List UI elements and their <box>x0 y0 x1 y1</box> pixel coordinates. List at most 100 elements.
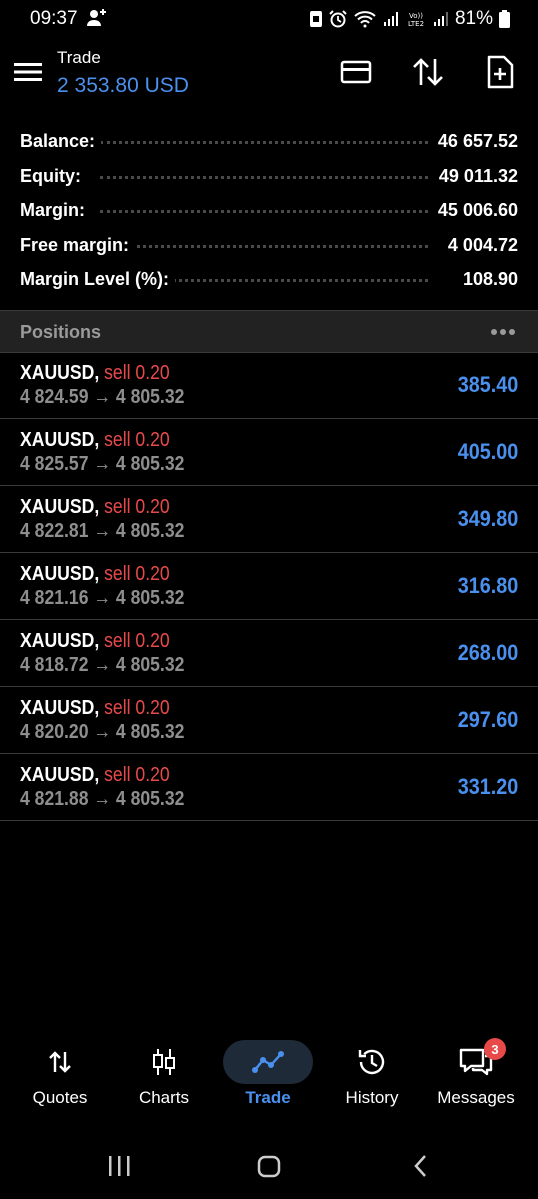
position-profit: 349.80 <box>457 506 518 531</box>
wifi-icon <box>353 10 377 28</box>
new-order-button[interactable] <box>480 54 520 94</box>
nav-trade[interactable]: Trade <box>218 1030 318 1120</box>
status-icons: Vo)) LTE2 81% <box>309 8 510 30</box>
nav-label: History <box>345 1088 399 1107</box>
summary-row-margin: Margin: 45 006.60 <box>0 195 538 230</box>
nav-history[interactable]: History <box>322 1030 422 1120</box>
bottom-nav: Quotes Charts Trade History 3 Messages <box>0 1030 538 1120</box>
position-prices: 4 822.81 → 4 805.32 <box>20 520 185 542</box>
position-title: XAUUSD, sell 0.20 <box>20 630 170 653</box>
new-document-icon <box>486 55 514 94</box>
position-row[interactable]: XAUUSD, sell 0.20 4 825.57 → 4 805.32 40… <box>0 419 538 486</box>
trade-icon <box>223 1040 313 1084</box>
positions-header: Positions <box>0 310 538 353</box>
position-prices: 4 825.57 → 4 805.32 <box>20 453 185 475</box>
nav-label: Messages <box>437 1088 515 1107</box>
sim-icon <box>309 10 323 28</box>
alarm-icon <box>329 10 347 28</box>
menu-icon[interactable] <box>14 62 42 87</box>
battery-level: 81% <box>454 8 493 29</box>
position-prices: 4 821.88 → 4 805.32 <box>20 788 185 810</box>
position-symbol: XAUUSD, <box>20 496 100 518</box>
system-nav-bar <box>0 1140 538 1196</box>
deposit-button[interactable] <box>336 54 376 94</box>
position-profit: 331.20 <box>457 774 518 799</box>
position-profit: 385.40 <box>457 372 518 397</box>
nav-label: Quotes <box>32 1088 88 1107</box>
summary-label: Balance: <box>20 131 102 152</box>
person-add-icon <box>86 8 108 33</box>
battery-icon <box>499 10 510 28</box>
position-title: XAUUSD, sell 0.20 <box>20 362 170 385</box>
position-title: XAUUSD, sell 0.20 <box>20 496 170 519</box>
position-prices: 4 818.72 → 4 805.32 <box>20 654 185 676</box>
position-title: XAUUSD, sell 0.20 <box>20 429 170 452</box>
svg-text:LTE2: LTE2 <box>408 20 424 28</box>
history-icon <box>327 1040 417 1084</box>
nav-quotes[interactable]: Quotes <box>10 1030 110 1120</box>
position-profit: 316.80 <box>457 573 518 598</box>
summary-label: Margin: <box>20 200 91 221</box>
summary-value: 4 004.72 <box>441 234 518 256</box>
position-profit: 405.00 <box>457 439 518 464</box>
position-side: sell 0.20 <box>104 764 170 786</box>
quotes-icon <box>15 1040 105 1084</box>
dotted-leader <box>100 175 428 179</box>
messages-badge: 3 <box>484 1038 506 1060</box>
summary-label: Free margin: <box>20 234 136 256</box>
position-symbol: XAUUSD, <box>20 362 100 384</box>
position-row[interactable]: XAUUSD, sell 0.20 4 821.16 → 4 805.32 31… <box>0 553 538 620</box>
status-time: 09:37 <box>30 8 78 29</box>
summary-value: 108.90 <box>456 269 518 290</box>
position-prices: 4 820.20 → 4 805.32 <box>20 721 185 743</box>
card-icon <box>340 60 372 89</box>
position-title: XAUUSD, sell 0.20 <box>20 764 170 787</box>
position-symbol: XAUUSD, <box>20 429 100 451</box>
position-profit: 268.00 <box>457 640 518 665</box>
signal-2-icon <box>433 11 449 27</box>
position-row[interactable]: XAUUSD, sell 0.20 4 818.72 → 4 805.32 26… <box>0 620 538 687</box>
position-row[interactable]: XAUUSD, sell 0.20 4 824.59 → 4 805.32 38… <box>0 352 538 419</box>
position-side: sell 0.20 <box>104 362 170 384</box>
dotted-leader <box>100 141 428 144</box>
status-bar: 09:37 Vo)) LTE2 81% <box>0 0 538 36</box>
sort-arrows-icon <box>411 57 445 92</box>
summary-row-balance: Balance: 46 657.52 <box>0 126 538 161</box>
summary-value: 46 657.52 <box>431 131 518 152</box>
dotted-leader <box>100 244 428 248</box>
position-prices: 4 824.59 → 4 805.32 <box>20 386 185 408</box>
position-side: sell 0.20 <box>104 496 170 518</box>
svg-text:Vo)): Vo)) <box>409 12 423 20</box>
dotted-leader <box>100 210 428 213</box>
app-header: Trade 2 353.80 USD <box>0 40 538 110</box>
summary-row-free-margin: Free margin: 4 004.72 <box>0 230 538 265</box>
recent-apps-icon[interactable] <box>106 1152 132 1185</box>
position-row[interactable]: XAUUSD, sell 0.20 4 822.81 → 4 805.32 34… <box>0 486 538 553</box>
position-title: XAUUSD, sell 0.20 <box>20 697 170 720</box>
position-row[interactable]: XAUUSD, sell 0.20 4 820.20 → 4 805.32 29… <box>0 687 538 754</box>
position-row[interactable]: XAUUSD, sell 0.20 4 821.88 → 4 805.32 33… <box>0 754 538 821</box>
summary-value: 49 011.32 <box>432 165 518 187</box>
home-icon[interactable] <box>256 1152 282 1185</box>
position-side: sell 0.20 <box>104 563 170 585</box>
signal-icon <box>383 11 399 27</box>
sort-button[interactable] <box>408 54 448 94</box>
nav-charts[interactable]: Charts <box>114 1030 214 1120</box>
summary-row-margin-level: Margin Level (%): 108.90 <box>0 264 538 299</box>
position-title: XAUUSD, sell 0.20 <box>20 563 170 586</box>
summary-label: Equity: <box>20 165 87 187</box>
more-options-icon[interactable] <box>490 323 516 341</box>
account-summary: Balance: 46 657.52 Equity: 49 011.32 Mar… <box>0 126 538 299</box>
position-symbol: XAUUSD, <box>20 563 100 585</box>
total-profit: 2 353.80 USD <box>57 74 189 97</box>
positions-title: Positions <box>20 322 102 342</box>
nav-messages[interactable]: 3 Messages <box>426 1030 526 1120</box>
positions-list: XAUUSD, sell 0.20 4 824.59 → 4 805.32 38… <box>0 352 538 821</box>
back-icon[interactable] <box>408 1152 434 1185</box>
summary-value: 45 006.60 <box>431 200 518 221</box>
summary-row-equity: Equity: 49 011.32 <box>0 161 538 196</box>
position-profit: 297.60 <box>457 707 518 732</box>
position-symbol: XAUUSD, <box>20 764 100 786</box>
messages-icon <box>431 1040 521 1084</box>
position-symbol: XAUUSD, <box>20 630 100 652</box>
